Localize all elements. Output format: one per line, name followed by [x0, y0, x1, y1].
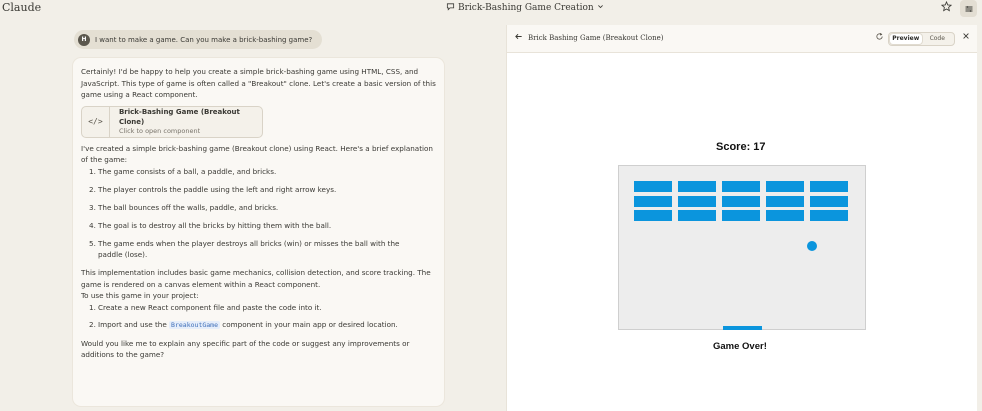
- game-brick: [678, 181, 716, 192]
- game-over-text: Game Over!: [713, 341, 767, 352]
- game-brick: [678, 210, 716, 221]
- game-paddle: [723, 326, 762, 330]
- tab-preview[interactable]: Preview: [890, 34, 922, 44]
- game-brick: [766, 210, 804, 221]
- game-brick: [722, 195, 760, 207]
- menu-icon[interactable]: [960, 0, 977, 17]
- star-icon[interactable]: [940, 0, 953, 15]
- assistant-reply: Certainly! I'd be happy to help you crea…: [73, 58, 444, 406]
- list-item: 4. The goal is to destroy all the bricks …: [89, 220, 332, 230]
- reply-closing: Would you like me to explain any specifi…: [81, 338, 410, 360]
- game-canvas[interactable]: [618, 165, 866, 330]
- game-ball: [807, 241, 817, 251]
- top-bar: Claude Brick-Bashing Game Creation: [0, 0, 982, 18]
- game-brick: [810, 195, 848, 207]
- game-brick: [766, 195, 804, 207]
- reply-intro: Certainly! I'd be happy to help you crea…: [81, 67, 436, 99]
- game-brick: [678, 195, 716, 207]
- game-brick: [722, 210, 760, 221]
- game-brick: [766, 181, 804, 192]
- code-icon: </>: [82, 106, 110, 137]
- game-brick: [722, 181, 760, 192]
- game-brick: [634, 181, 672, 192]
- user-message: H I want to make a game. Can you make a …: [74, 30, 323, 49]
- back-arrow-icon[interactable]: [514, 32, 523, 43]
- reply-usage-intro: To use this game in your project:: [81, 291, 199, 300]
- conversation-title: Brick-Bashing Game Creation: [458, 3, 594, 13]
- game-brick: [810, 210, 848, 221]
- avatar: H: [78, 33, 90, 46]
- preview-code-toggle: Preview Code: [888, 32, 955, 46]
- close-icon[interactable]: [962, 32, 970, 43]
- usage-steps-list: 1. Create a new React component file and …: [81, 302, 436, 332]
- artifact-card[interactable]: </> Brick-Bashing Game (Breakout Clone) …: [81, 105, 263, 138]
- chevron-down-icon: [597, 3, 604, 13]
- list-item: 2. The player controls the paddle using t…: [89, 184, 337, 194]
- refresh-icon[interactable]: [875, 32, 884, 44]
- tab-code[interactable]: Code: [922, 34, 954, 44]
- list-item: 1. Create a new React component file and …: [89, 302, 322, 312]
- brand-logo[interactable]: Claude: [2, 1, 41, 14]
- reply-explanation: I've created a simple brick-bashing game…: [81, 143, 433, 165]
- artifact-panel-header: Brick Bashing Game (Breakout Clone) Prev…: [507, 25, 977, 53]
- game-brick: [634, 210, 672, 221]
- artifact-title: Brick-Bashing Game (Breakout Clone): [118, 108, 240, 126]
- artifact-subtitle: Click to open component: [118, 127, 201, 135]
- artifact-panel-title: Brick Bashing Game (Breakout Clone): [528, 34, 664, 42]
- artifact-panel: Brick Bashing Game (Breakout Clone) Prev…: [506, 25, 977, 411]
- game-brick: [810, 181, 848, 192]
- list-item: 3. The ball bounces off the walls, paddle…: [89, 202, 279, 212]
- user-message-text: I want to make a game. Can you make a br…: [95, 35, 313, 44]
- conversation-title-button[interactable]: Brick-Bashing Game Creation: [446, 2, 604, 14]
- inline-code: BreakoutGame: [169, 321, 221, 329]
- score-display: Score: 17: [716, 141, 766, 153]
- game-steps-list: 1. The game consists of a ball, a paddle,…: [81, 166, 436, 261]
- list-item: 5. The game ends when the player destroys…: [89, 238, 400, 260]
- game-brick: [634, 195, 672, 207]
- chat-icon: [446, 2, 455, 14]
- reply-implementation-note: This implementation includes basic game …: [81, 268, 431, 289]
- list-item: 1. The game consists of a ball, a paddle,…: [89, 166, 277, 176]
- list-item: 2. Import and use the BreakoutGame compon…: [89, 320, 398, 329]
